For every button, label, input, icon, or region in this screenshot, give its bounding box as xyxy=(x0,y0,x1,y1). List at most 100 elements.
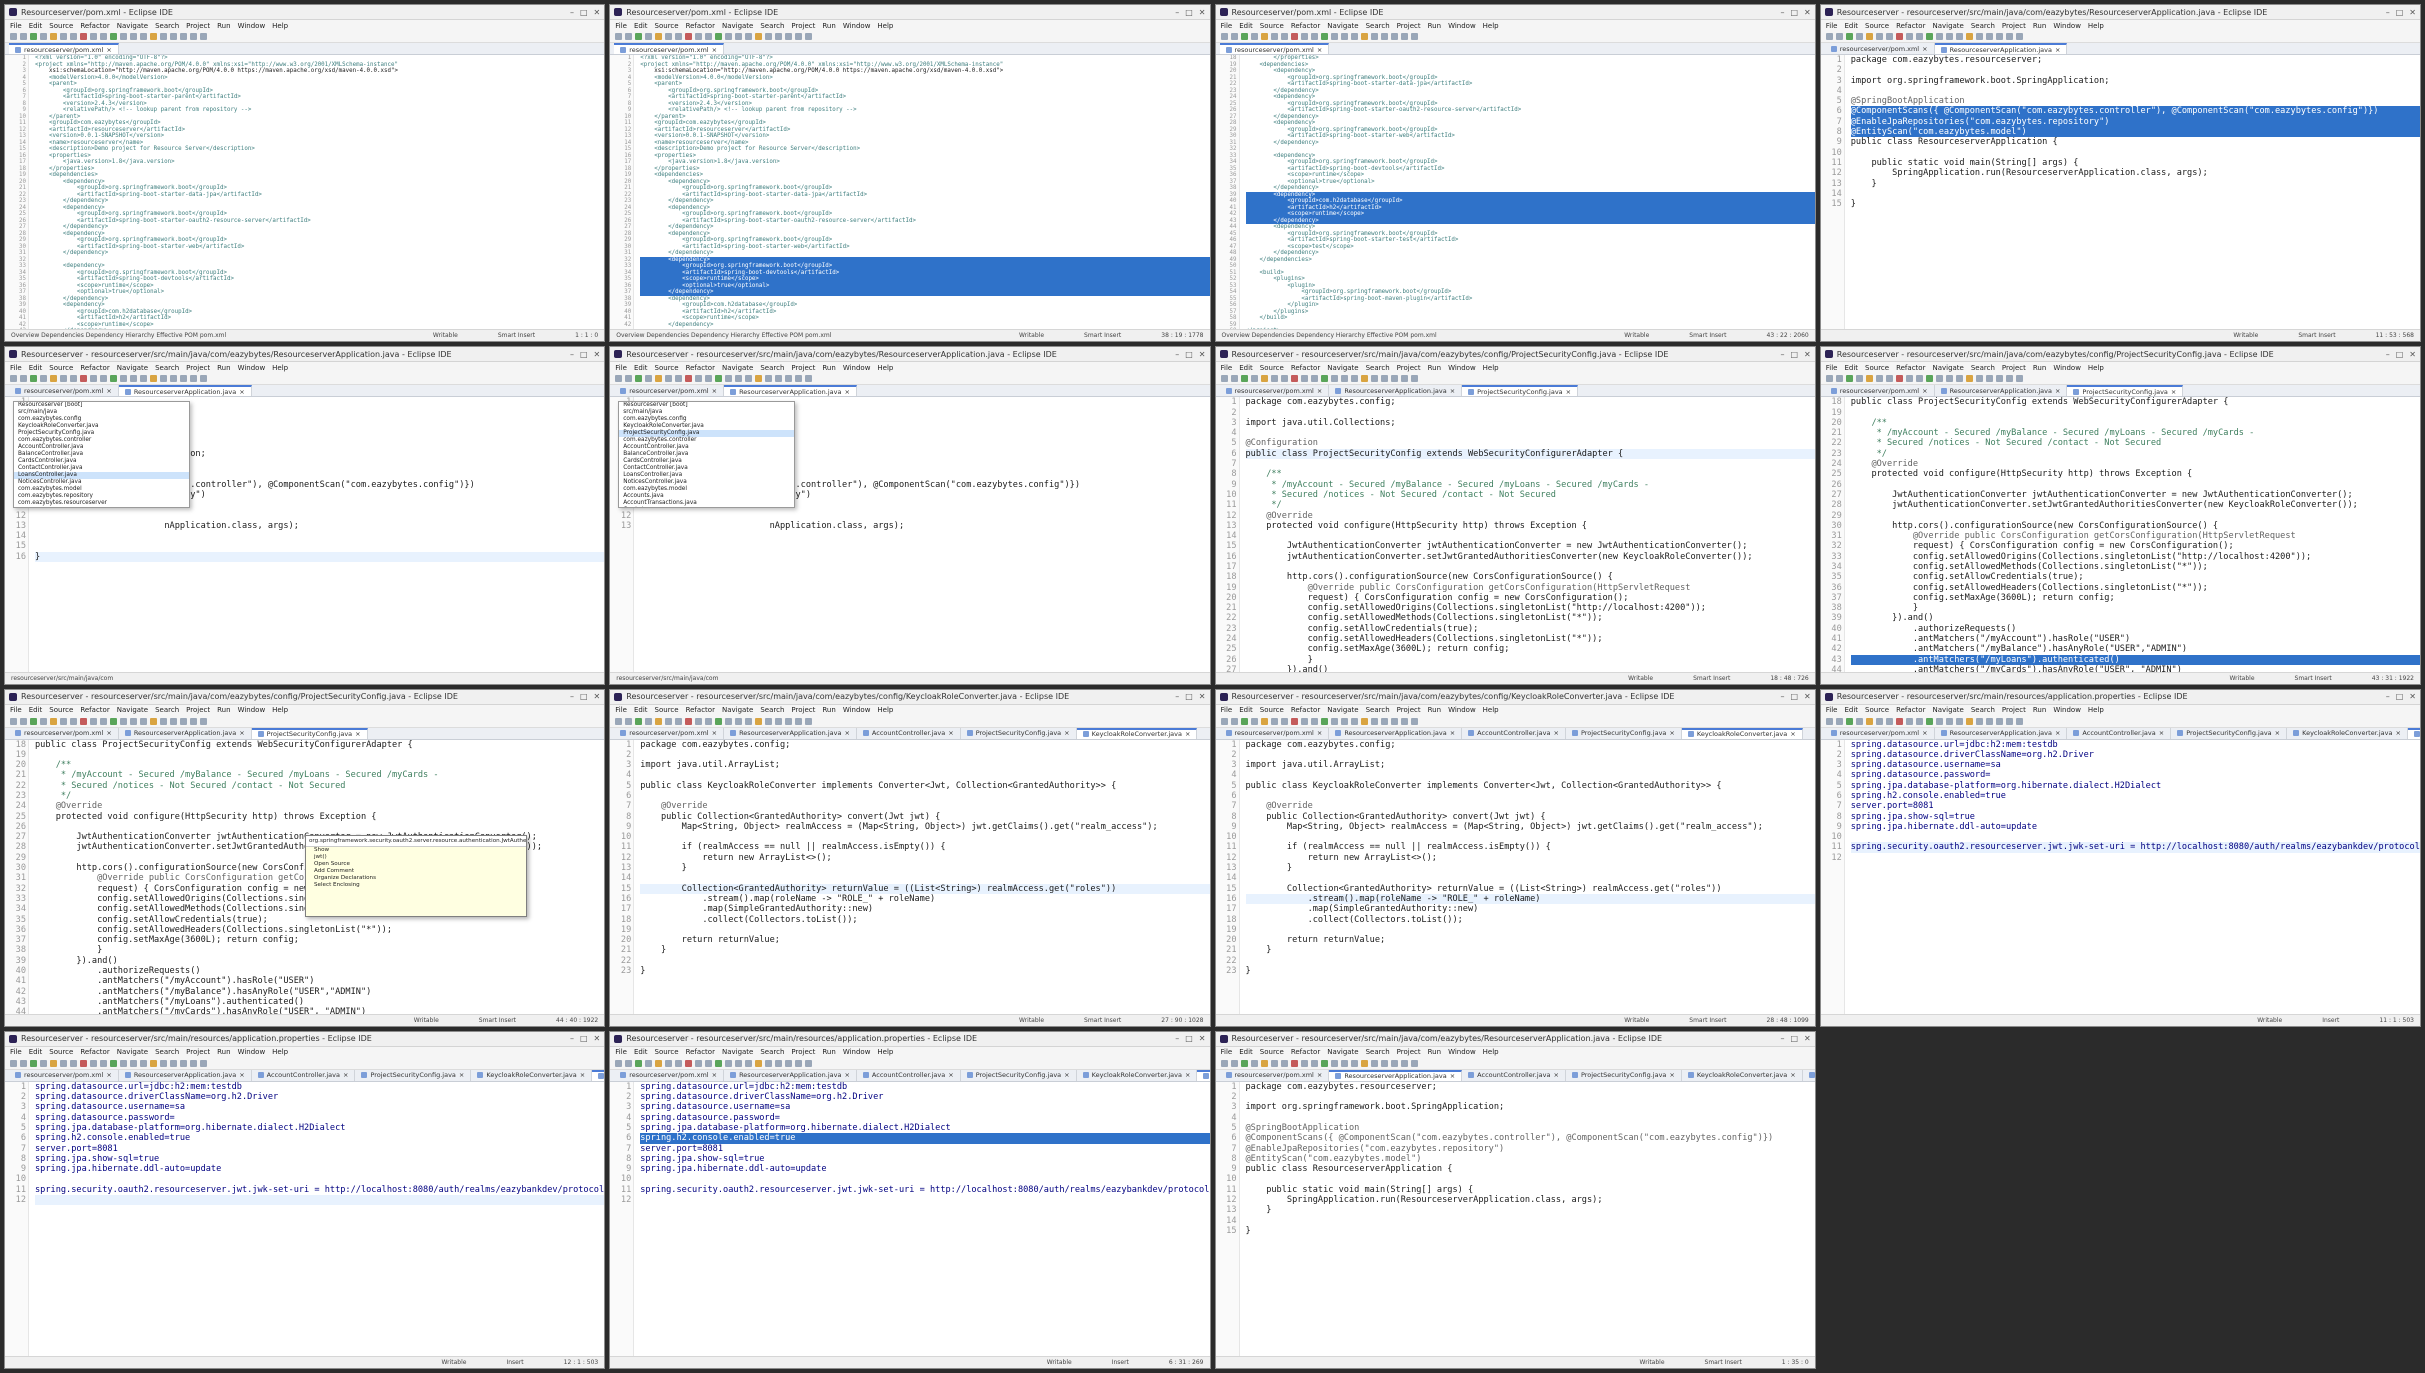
toolbar-button-icon[interactable] xyxy=(655,375,663,383)
editor-tab[interactable]: ProjectSecurityConfig.java × xyxy=(2171,727,2288,739)
tree-item[interactable]: AccountTransactions.java xyxy=(619,500,794,507)
toolbar-button-icon[interactable] xyxy=(1330,717,1338,725)
toolbar-button-icon[interactable] xyxy=(1330,1059,1338,1067)
toolbar-button-icon[interactable] xyxy=(625,375,633,383)
menu-item-run[interactable]: Run xyxy=(217,706,230,714)
menu-item-run[interactable]: Run xyxy=(822,22,835,30)
toolbar-button-icon[interactable] xyxy=(100,375,107,383)
toolbar-button-icon[interactable] xyxy=(1935,33,1943,40)
toolbar-button-icon[interactable] xyxy=(100,33,107,40)
menu-item-window[interactable]: Window xyxy=(1448,364,1476,372)
close-tab-icon[interactable]: × xyxy=(2055,46,2060,54)
menu-item-search[interactable]: Search xyxy=(1366,1048,1390,1056)
menu-item-edit[interactable]: Edit xyxy=(634,706,648,714)
close-tab-icon[interactable]: × xyxy=(1922,45,1927,53)
code-area[interactable]: package com.eazybytes.config; import jav… xyxy=(1240,740,1815,1014)
toolbar-button-icon[interactable] xyxy=(180,375,187,383)
toolbar-button-icon[interactable] xyxy=(10,1059,17,1067)
code-area[interactable]: spring.datasource.url=jdbc:h2:mem:testdb… xyxy=(1845,740,2420,1014)
code-area[interactable]: <?xml version="1.0" encoding="UTF-8"?> <p… xyxy=(634,55,1210,329)
code-editor[interactable]: 1 2 3 4 5 6 7 8 9 10 11 12 spring.datasource.url=jd… xyxy=(610,1081,1210,1356)
menu-item-edit[interactable]: Edit xyxy=(634,22,648,30)
editor-tab[interactable]: KeycloakRoleConverter.java × xyxy=(471,1069,593,1081)
editor-tab[interactable]: KeycloakRoleConverter.java × xyxy=(2287,727,2408,739)
toolbar-button-icon[interactable] xyxy=(2015,717,2023,725)
toolbar-button-icon[interactable] xyxy=(765,375,773,383)
editor-tab[interactable]: ResourceserverApplication.java × xyxy=(119,1069,252,1081)
hover-info-popup[interactable]: org.springframework.security.oauth2.serv… xyxy=(305,834,527,917)
toolbar-button-icon[interactable] xyxy=(1895,717,1903,725)
close-tab-icon[interactable]: × xyxy=(1317,46,1322,54)
close-tab-icon[interactable]: × xyxy=(712,387,717,395)
editor-tab[interactable]: ProjectSecurityConfig.java × xyxy=(961,727,1077,739)
close-icon[interactable]: ✕ xyxy=(1199,350,1206,359)
toolbar-button-icon[interactable] xyxy=(40,375,47,383)
toolbar-button-icon[interactable] xyxy=(1875,375,1883,383)
maximize-icon[interactable]: □ xyxy=(580,350,588,359)
toolbar-button-icon[interactable] xyxy=(765,1059,773,1067)
toolbar-button-icon[interactable] xyxy=(705,33,713,40)
menu-item-window[interactable]: Window xyxy=(2053,706,2081,714)
toolbar-button-icon[interactable] xyxy=(1340,375,1348,383)
toolbar-button-icon[interactable] xyxy=(1310,375,1318,383)
menu-item-refactor[interactable]: Refactor xyxy=(80,706,109,714)
toolbar-button-icon[interactable] xyxy=(2015,33,2023,40)
toolbar-button-icon[interactable] xyxy=(725,375,733,383)
menu-item-window[interactable]: Window xyxy=(238,706,266,714)
toolbar-button-icon[interactable] xyxy=(665,717,673,725)
menu-item-edit[interactable]: Edit xyxy=(1239,364,1253,372)
toolbar-button-icon[interactable] xyxy=(805,717,813,725)
editor-tab[interactable]: ResourceserverApplication.java × xyxy=(1329,1069,1463,1081)
toolbar-button-icon[interactable] xyxy=(1320,1059,1328,1067)
toolbar-button-icon[interactable] xyxy=(1370,1059,1378,1067)
toolbar-button-icon[interactable] xyxy=(190,717,197,725)
code-editor[interactable]: 1 2 3 4 5 6 7 8 9 10 11 12 13 14 15 package com.eazyby… xyxy=(1215,1081,1815,1356)
menu-item-refactor[interactable]: Refactor xyxy=(80,22,109,30)
toolbar-button-icon[interactable] xyxy=(1400,1059,1408,1067)
menu-item-search[interactable]: Search xyxy=(1366,22,1390,30)
toolbar-button-icon[interactable] xyxy=(735,1059,743,1067)
menu-item-run[interactable]: Run xyxy=(2033,364,2046,372)
minimize-icon[interactable]: – xyxy=(1175,1034,1179,1043)
toolbar-button-icon[interactable] xyxy=(1845,717,1853,725)
menu-item-file[interactable]: File xyxy=(10,706,22,714)
toolbar-button-icon[interactable] xyxy=(725,33,733,40)
editor-tab[interactable]: AccountController.java × xyxy=(857,1069,961,1081)
toolbar-button-icon[interactable] xyxy=(1270,375,1278,383)
close-tab-icon[interactable]: × xyxy=(1450,387,1455,395)
toolbar-button-icon[interactable] xyxy=(615,33,623,40)
tree-item[interactable]: NoticesController.java xyxy=(14,479,189,486)
menu-item-file[interactable]: File xyxy=(1826,706,1838,714)
editor-tab[interactable]: resourceserver/pom.xml × xyxy=(1220,1069,1330,1081)
toolbar-button-icon[interactable] xyxy=(725,1059,733,1067)
menu-item-search[interactable]: Search xyxy=(155,706,179,714)
toolbar-button-icon[interactable] xyxy=(1230,1059,1238,1067)
toolbar-button-icon[interactable] xyxy=(1390,33,1398,40)
toolbar-button-icon[interactable] xyxy=(1965,717,1973,725)
close-tab-icon[interactable]: × xyxy=(1317,1071,1322,1079)
close-tab-icon[interactable]: × xyxy=(106,387,111,395)
toolbar-button-icon[interactable] xyxy=(725,717,733,725)
menu-item-file[interactable]: File xyxy=(1826,364,1838,372)
toolbar-button-icon[interactable] xyxy=(10,717,17,725)
menu-item-refactor[interactable]: Refactor xyxy=(686,22,715,30)
toolbar-button-icon[interactable] xyxy=(785,33,793,40)
toolbar-button-icon[interactable] xyxy=(1955,717,1963,725)
toolbar-button-icon[interactable] xyxy=(1300,33,1308,40)
editor-tab[interactable]: ResourceserverApplication.java × xyxy=(1329,727,1463,739)
close-tab-icon[interactable]: × xyxy=(1669,729,1674,737)
toolbar-button-icon[interactable] xyxy=(785,375,793,383)
toolbar-button-icon[interactable] xyxy=(1360,33,1368,40)
toolbar-button-icon[interactable] xyxy=(1290,375,1298,383)
toolbar-button-icon[interactable] xyxy=(120,1059,127,1067)
menu-item-run[interactable]: Run xyxy=(822,1048,835,1056)
editor-tab[interactable]: resourceserver/pom.xml × xyxy=(614,727,725,739)
menu-item-project[interactable]: Project xyxy=(2002,22,2026,30)
toolbar-button-icon[interactable] xyxy=(110,717,117,725)
editor-tab[interactable]: ResourceserverApplication.java × xyxy=(1935,385,2068,397)
toolbar-button-icon[interactable] xyxy=(80,1059,87,1067)
tree-item[interactable]: com.eazybytes.config xyxy=(14,416,189,423)
menu-item-refactor[interactable]: Refactor xyxy=(686,364,715,372)
toolbar-button-icon[interactable] xyxy=(70,375,77,383)
close-icon[interactable]: ✕ xyxy=(1804,692,1811,701)
